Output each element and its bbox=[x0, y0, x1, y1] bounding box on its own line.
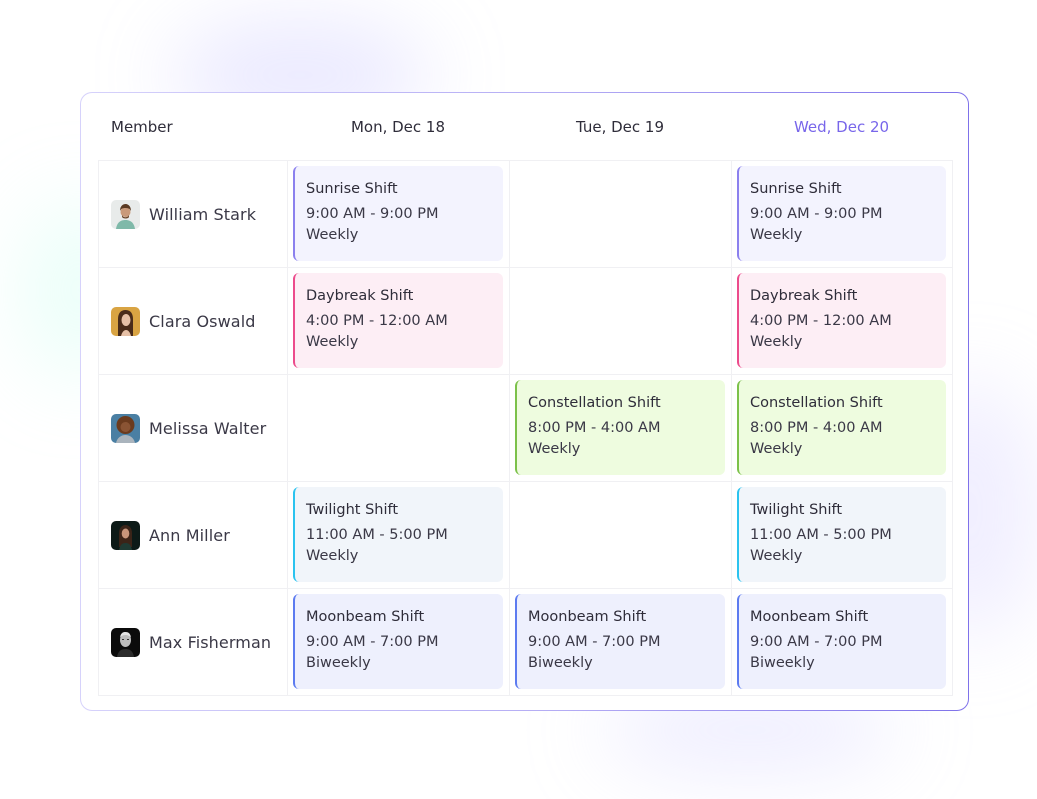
shift-recurrence: Weekly bbox=[750, 334, 803, 350]
shift-time: 9:00 AM - 9:00 PM bbox=[306, 206, 439, 222]
shift-recurrence: Weekly bbox=[750, 441, 803, 457]
schedule-cell[interactable]: Moonbeam Shift 9:00 AM - 7:00 PM Biweekly bbox=[510, 589, 732, 696]
shift-name: Constellation Shift bbox=[528, 395, 661, 411]
shift-recurrence: Biweekly bbox=[750, 655, 815, 671]
member-cell: Ann Miller bbox=[99, 482, 288, 589]
schedule-cell[interactable] bbox=[510, 161, 732, 268]
schedule-cell[interactable]: Constellation Shift 8:00 PM - 4:00 AM Week… bbox=[732, 375, 953, 482]
member-cell: Melissa Walter bbox=[99, 375, 288, 482]
shift-name: Sunrise Shift bbox=[306, 181, 398, 197]
shift-name: Moonbeam Shift bbox=[306, 609, 425, 625]
avatar[interactable] bbox=[111, 306, 140, 336]
member-cell: William Stark bbox=[99, 161, 288, 268]
member-column-header: Member bbox=[111, 117, 173, 136]
avatar[interactable] bbox=[111, 199, 140, 229]
schedule-cell[interactable] bbox=[288, 375, 510, 482]
shift-time: 8:00 PM - 4:00 AM bbox=[750, 420, 883, 436]
shift-recurrence: Weekly bbox=[306, 548, 359, 564]
shift-name: Twilight Shift bbox=[750, 502, 843, 518]
shift-card-moonbeam[interactable]: Moonbeam Shift 9:00 AM - 7:00 PM Biweekly bbox=[515, 594, 725, 689]
member-cell: Clara Oswald bbox=[99, 268, 288, 375]
shift-recurrence: Weekly bbox=[306, 227, 359, 243]
schedule-grid: William Stark Sunrise Shift 9:00 AM - 9:00… bbox=[98, 160, 953, 696]
shift-card-moonbeam[interactable]: Moonbeam Shift 9:00 AM - 7:00 PM Biweekly bbox=[737, 594, 946, 689]
shift-time: 9:00 AM - 7:00 PM bbox=[750, 634, 883, 650]
member-name: Melissa Walter bbox=[149, 418, 267, 438]
shift-time: 11:00 AM - 5:00 PM bbox=[750, 527, 892, 543]
shift-name: Moonbeam Shift bbox=[528, 609, 647, 625]
schedule-cell[interactable]: Daybreak Shift 4:00 PM - 12:00 AM Weekly bbox=[288, 268, 510, 375]
schedule-cell[interactable] bbox=[510, 268, 732, 375]
shift-time: 11:00 AM - 5:00 PM bbox=[306, 527, 448, 543]
schedule-cell[interactable]: Sunrise Shift 9:00 AM - 9:00 PM Weekly bbox=[288, 161, 510, 268]
shift-card-moonbeam[interactable]: Moonbeam Shift 9:00 AM - 7:00 PM Biweekly bbox=[293, 594, 503, 689]
schedule-cell[interactable]: Moonbeam Shift 9:00 AM - 7:00 PM Biweekly bbox=[732, 589, 953, 696]
shift-name: Constellation Shift bbox=[750, 395, 883, 411]
shift-card-daybreak[interactable]: Daybreak Shift 4:00 PM - 12:00 AM Weekly bbox=[737, 273, 946, 368]
shift-card-twilight[interactable]: Twilight Shift 11:00 AM - 5:00 PM Weekly bbox=[737, 487, 946, 582]
schedule-header: Member Mon, Dec 18 Tue, Dec 19 Wed, Dec … bbox=[98, 93, 952, 160]
shift-time: 4:00 PM - 12:00 AM bbox=[306, 313, 448, 329]
schedule-cell[interactable]: Sunrise Shift 9:00 AM - 9:00 PM Weekly bbox=[732, 161, 953, 268]
shift-card-daybreak[interactable]: Daybreak Shift 4:00 PM - 12:00 AM Weekly bbox=[293, 273, 503, 368]
shift-card-constellation[interactable]: Constellation Shift 8:00 PM - 4:00 AM Week… bbox=[515, 380, 725, 475]
schedule-cell[interactable]: Moonbeam Shift 9:00 AM - 7:00 PM Biweekly bbox=[288, 589, 510, 696]
shift-recurrence: Weekly bbox=[750, 548, 803, 564]
shift-recurrence: Weekly bbox=[306, 334, 359, 350]
day-column-header[interactable]: Mon, Dec 18 bbox=[287, 118, 509, 136]
member-name: Clara Oswald bbox=[149, 311, 256, 331]
shift-card-twilight[interactable]: Twilight Shift 11:00 AM - 5:00 PM Weekly bbox=[293, 487, 503, 582]
shift-time: 4:00 PM - 12:00 AM bbox=[750, 313, 892, 329]
avatar[interactable] bbox=[111, 413, 140, 443]
day-column-header-today[interactable]: Wed, Dec 20 bbox=[731, 118, 952, 136]
shift-name: Daybreak Shift bbox=[750, 288, 858, 304]
avatar[interactable] bbox=[111, 627, 140, 657]
member-cell: Max Fisherman bbox=[99, 589, 288, 696]
shift-name: Daybreak Shift bbox=[306, 288, 414, 304]
shift-card-constellation[interactable]: Constellation Shift 8:00 PM - 4:00 AM Week… bbox=[737, 380, 946, 475]
shift-recurrence: Biweekly bbox=[306, 655, 371, 671]
shift-time: 9:00 AM - 7:00 PM bbox=[528, 634, 661, 650]
shift-name: Moonbeam Shift bbox=[750, 609, 869, 625]
schedule-cell[interactable]: Daybreak Shift 4:00 PM - 12:00 AM Weekly bbox=[732, 268, 953, 375]
schedule-cell[interactable] bbox=[510, 482, 732, 589]
day-column-header[interactable]: Tue, Dec 19 bbox=[509, 118, 731, 136]
shift-card-sunrise[interactable]: Sunrise Shift 9:00 AM - 9:00 PM Weekly bbox=[293, 166, 503, 261]
member-name: Max Fisherman bbox=[149, 632, 272, 652]
schedule-cell[interactable]: Constellation Shift 8:00 PM - 4:00 AM Week… bbox=[510, 375, 732, 482]
shift-schedule-card: Member Mon, Dec 18 Tue, Dec 19 Wed, Dec … bbox=[80, 92, 969, 711]
avatar[interactable] bbox=[111, 520, 140, 550]
schedule-cell[interactable]: Twilight Shift 11:00 AM - 5:00 PM Weekly bbox=[288, 482, 510, 589]
member-name: William Stark bbox=[149, 204, 257, 224]
shift-recurrence: Weekly bbox=[750, 227, 803, 243]
shift-recurrence: Biweekly bbox=[528, 655, 593, 671]
member-name: Ann Miller bbox=[149, 525, 230, 545]
shift-name: Sunrise Shift bbox=[750, 181, 842, 197]
shift-recurrence: Weekly bbox=[528, 441, 581, 457]
shift-name: Twilight Shift bbox=[306, 502, 399, 518]
shift-card-sunrise[interactable]: Sunrise Shift 9:00 AM - 9:00 PM Weekly bbox=[737, 166, 946, 261]
shift-time: 8:00 PM - 4:00 AM bbox=[528, 420, 661, 436]
shift-time: 9:00 AM - 9:00 PM bbox=[750, 206, 883, 222]
shift-time: 9:00 AM - 7:00 PM bbox=[306, 634, 439, 650]
schedule-cell[interactable]: Twilight Shift 11:00 AM - 5:00 PM Weekly bbox=[732, 482, 953, 589]
